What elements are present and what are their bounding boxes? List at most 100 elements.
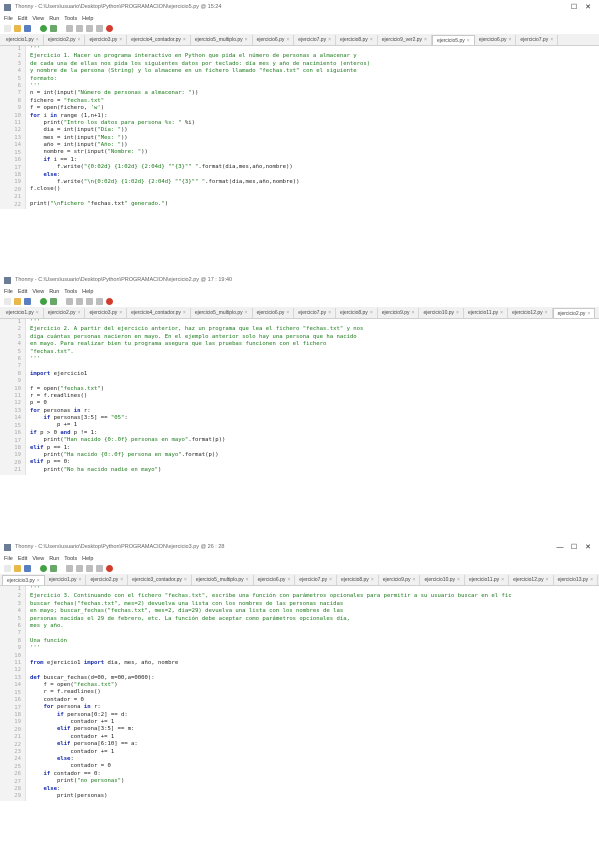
close-tab-icon[interactable]: × bbox=[78, 37, 81, 43]
editor-tab[interactable]: ejercicio5_multiplo.py × bbox=[191, 308, 253, 318]
close-tab-icon[interactable]: × bbox=[119, 37, 122, 43]
code-area[interactable]: ''' Ejercicio 3. Continuando con el fiche… bbox=[26, 586, 599, 801]
step-over-icon[interactable] bbox=[66, 298, 73, 305]
new-file-icon[interactable] bbox=[4, 565, 11, 572]
close-tab-icon[interactable]: × bbox=[508, 37, 511, 43]
editor-tab[interactable]: ejercicio11.py × bbox=[465, 575, 510, 585]
menu-item-view[interactable]: View bbox=[32, 556, 44, 562]
close-tab-icon[interactable]: × bbox=[587, 311, 590, 317]
editor-tab[interactable]: ejercicio1.py × bbox=[2, 308, 44, 318]
editor-tab[interactable]: ejercicio9.py × bbox=[379, 575, 421, 585]
editor-tab[interactable]: ejercicio12.py × bbox=[508, 308, 553, 318]
close-tab-icon[interactable]: × bbox=[370, 37, 373, 43]
close-tab-icon[interactable]: × bbox=[120, 577, 123, 583]
save-icon[interactable] bbox=[24, 25, 31, 32]
editor-tab[interactable]: ejercicio7.py × bbox=[295, 575, 338, 585]
close-tab-icon[interactable]: × bbox=[500, 310, 503, 316]
editor-tab[interactable]: ejercicio10.py × bbox=[420, 575, 465, 585]
menu-item-edit[interactable]: Edit bbox=[18, 16, 27, 22]
editor-tab[interactable]: ejercicio7.py × bbox=[516, 35, 559, 45]
menu-item-run[interactable]: Run bbox=[49, 16, 59, 22]
editor-tab[interactable]: ejercicio3_contador.py × bbox=[128, 575, 192, 585]
editor-tab[interactable]: ejercicio1.py × bbox=[2, 35, 44, 45]
editor-tab[interactable]: ejercicio8.py × bbox=[336, 35, 378, 45]
menu-item-edit[interactable]: Edit bbox=[18, 556, 27, 562]
menu-item-file[interactable]: File bbox=[4, 16, 13, 22]
resume-icon[interactable] bbox=[96, 298, 103, 305]
close-tab-icon[interactable]: × bbox=[184, 577, 187, 583]
run-icon[interactable] bbox=[40, 298, 47, 305]
open-file-icon[interactable] bbox=[14, 25, 21, 32]
editor-tab[interactable]: ejercicio2.py × bbox=[44, 308, 86, 318]
editor-tab[interactable]: ejercicio2.py × bbox=[86, 575, 129, 585]
menu-item-run[interactable]: Run bbox=[49, 556, 59, 562]
close-tab-icon[interactable]: × bbox=[457, 577, 460, 583]
stop-icon[interactable] bbox=[106, 25, 113, 32]
editor-tab[interactable]: ejercicio7.py × bbox=[294, 308, 337, 318]
close-tab-icon[interactable]: × bbox=[37, 578, 40, 584]
editor-tab[interactable]: ejercicio6.py × bbox=[253, 35, 295, 45]
close-tab-icon[interactable]: × bbox=[286, 310, 289, 316]
step-over-icon[interactable] bbox=[66, 565, 73, 572]
step-out-icon[interactable] bbox=[86, 565, 93, 572]
close-tab-icon[interactable]: × bbox=[590, 577, 593, 583]
editor-tab[interactable]: ejercicio3.py × bbox=[85, 35, 128, 45]
close-tab-icon[interactable]: × bbox=[412, 310, 415, 316]
close-tab-icon[interactable]: × bbox=[371, 577, 374, 583]
debug-icon[interactable] bbox=[50, 25, 57, 32]
editor-tab[interactable]: ejercicio6.py × bbox=[254, 575, 296, 585]
step-into-icon[interactable] bbox=[76, 25, 83, 32]
editor-tab[interactable]: ejercicio2.py × bbox=[44, 35, 86, 45]
close-tab-icon[interactable]: × bbox=[246, 577, 249, 583]
code-editor[interactable]: 1 2 3 4 5 6 7 8 9 10 11 12 13 14 15 16 17 18 19 20 21 22 23 24 2… bbox=[0, 586, 599, 801]
editor-tab[interactable]: ejercicio4_contador.py × bbox=[127, 35, 191, 45]
editor-tab[interactable]: ejercicio8.py × bbox=[336, 308, 378, 318]
editor-tab[interactable]: ejercicio2.py × bbox=[552, 308, 596, 318]
close-tab-icon[interactable]: × bbox=[286, 37, 289, 43]
close-tab-icon[interactable]: × bbox=[78, 310, 81, 316]
close-tab-icon[interactable]: × bbox=[546, 577, 549, 583]
stop-icon[interactable] bbox=[106, 298, 113, 305]
code-editor[interactable]: 1 2 3 4 5 6 7 8 9 10 11 12 13 14 15 16 17 18 19 20 21 22 ''' E… bbox=[0, 46, 599, 209]
debug-icon[interactable] bbox=[50, 298, 57, 305]
resume-icon[interactable] bbox=[96, 25, 103, 32]
maximize-button[interactable]: ☐ bbox=[567, 3, 581, 11]
menu-item-help[interactable]: Help bbox=[82, 556, 93, 562]
code-editor[interactable]: 1 2 3 4 5 6 7 8 9 10 11 12 13 14 15 16 17 18 19 20 21 ''' Eje… bbox=[0, 319, 599, 475]
menu-item-help[interactable]: Help bbox=[82, 16, 93, 22]
close-tab-icon[interactable]: × bbox=[183, 37, 186, 43]
editor-tab[interactable]: ejercicio13.py × bbox=[554, 575, 599, 585]
close-tab-icon[interactable]: × bbox=[550, 37, 553, 43]
menu-item-tools[interactable]: Tools bbox=[64, 556, 77, 562]
stop-icon[interactable] bbox=[106, 565, 113, 572]
open-file-icon[interactable] bbox=[14, 298, 21, 305]
step-over-icon[interactable] bbox=[66, 25, 73, 32]
menu-item-view[interactable]: View bbox=[32, 16, 44, 22]
step-out-icon[interactable] bbox=[86, 25, 93, 32]
menu-item-view[interactable]: View bbox=[32, 289, 44, 295]
editor-tab[interactable]: ejercicio7.py × bbox=[294, 35, 337, 45]
debug-icon[interactable] bbox=[50, 565, 57, 572]
maximize-button[interactable]: ☐ bbox=[567, 543, 581, 551]
editor-tab[interactable]: ejercicio6.py × bbox=[253, 308, 295, 318]
menu-item-file[interactable]: File bbox=[4, 289, 13, 295]
minimize-button[interactable]: — bbox=[553, 544, 567, 551]
close-button[interactable]: ✕ bbox=[581, 543, 595, 551]
close-tab-icon[interactable]: × bbox=[456, 310, 459, 316]
close-tab-icon[interactable]: × bbox=[119, 310, 122, 316]
close-tab-icon[interactable]: × bbox=[329, 577, 332, 583]
menu-item-tools[interactable]: Tools bbox=[64, 16, 77, 22]
close-tab-icon[interactable]: × bbox=[370, 310, 373, 316]
menu-item-edit[interactable]: Edit bbox=[18, 289, 27, 295]
editor-tab[interactable]: ejercicio3.py × bbox=[2, 575, 45, 585]
editor-tab[interactable]: ejercicio12.py × bbox=[509, 575, 554, 585]
run-icon[interactable] bbox=[40, 565, 47, 572]
editor-tab[interactable]: ejercicio5.py × bbox=[431, 35, 475, 45]
menu-item-tools[interactable]: Tools bbox=[64, 289, 77, 295]
editor-tab[interactable]: ejercicio3.py × bbox=[85, 308, 128, 318]
close-tab-icon[interactable]: × bbox=[36, 37, 39, 43]
save-icon[interactable] bbox=[24, 298, 31, 305]
close-tab-icon[interactable]: × bbox=[545, 310, 548, 316]
menu-item-run[interactable]: Run bbox=[49, 289, 59, 295]
close-tab-icon[interactable]: × bbox=[36, 310, 39, 316]
